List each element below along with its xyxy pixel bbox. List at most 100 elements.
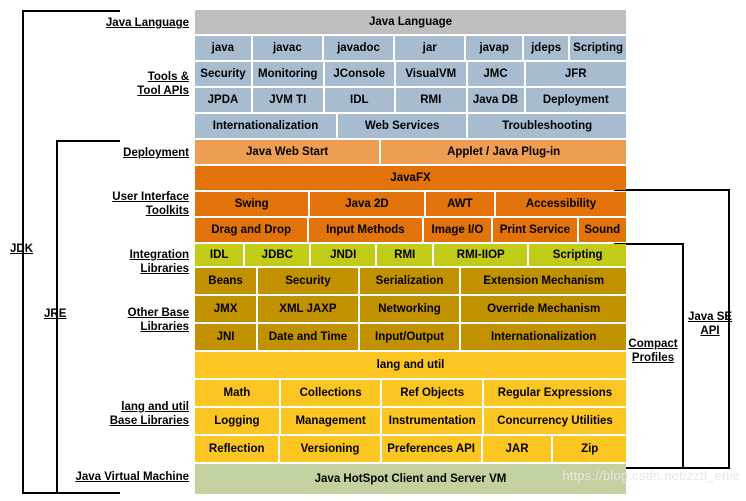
component-cell[interactable]: Scripting bbox=[529, 244, 626, 266]
component-cell[interactable]: JNDI bbox=[311, 244, 376, 266]
row-label-java-language-text: Java Language bbox=[105, 17, 189, 29]
component-cell[interactable]: Networking bbox=[359, 296, 460, 322]
row-label-integration-line2: Libraries bbox=[140, 263, 189, 275]
band-row: Logging Management Instrumentation Concurre… bbox=[195, 408, 626, 434]
component-cell[interactable]: JMC bbox=[467, 62, 524, 86]
row-label-tools-line2: Tool APIs bbox=[137, 85, 189, 97]
component-cell[interactable]: Ref Objects bbox=[382, 380, 482, 406]
row-label-ui-line1: User Interface bbox=[112, 191, 189, 203]
band-row: Internationalization Web Services Troubles… bbox=[195, 114, 626, 138]
component-cell[interactable]: Reflection bbox=[195, 436, 279, 462]
component-cell[interactable]: Beans bbox=[195, 268, 257, 294]
row-label-other-base: Other Base Libraries bbox=[128, 306, 189, 334]
component-cell[interactable]: Drag and Drop bbox=[195, 218, 308, 242]
component-cell[interactable]: Applet / Java Plug-in bbox=[381, 140, 626, 164]
component-cell[interactable]: XML JAXP bbox=[258, 296, 358, 322]
component-cell[interactable]: Concurrency Utilities bbox=[484, 408, 626, 434]
component-cell[interactable]: javadoc bbox=[323, 36, 394, 60]
component-cell[interactable]: Java DB bbox=[467, 88, 524, 112]
component-cell[interactable]: Accessibility bbox=[496, 192, 626, 216]
component-cell[interactable]: jdeps bbox=[524, 36, 569, 60]
component-cell[interactable]: Deployment bbox=[525, 88, 626, 112]
component-cell[interactable]: Input Methods bbox=[309, 218, 422, 242]
component-cell[interactable]: Regular Expressions bbox=[484, 380, 626, 406]
component-cell[interactable]: Override Mechanism bbox=[461, 296, 626, 322]
component-cell[interactable]: JavaFX bbox=[195, 166, 626, 190]
component-cell[interactable]: RMI bbox=[396, 88, 466, 112]
row-label-integration: Integration Libraries bbox=[130, 248, 189, 276]
platform-stack: Java Language java javac javadoc jar javap jd… bbox=[195, 10, 626, 494]
row-label-ui-line2: Toolkits bbox=[145, 205, 189, 217]
component-cell[interactable]: JPDA bbox=[195, 88, 251, 112]
row-label-tools: Tools & Tool APIs bbox=[137, 70, 189, 98]
component-cell[interactable]: IDL bbox=[195, 244, 244, 266]
row-label-deployment: Deployment bbox=[123, 146, 189, 160]
component-cell[interactable]: javac bbox=[252, 36, 322, 60]
band-row: JavaFX bbox=[195, 166, 626, 190]
component-cell[interactable]: Java HotSpot Client and Server VM bbox=[195, 464, 626, 494]
component-cell[interactable]: JDBC bbox=[245, 244, 310, 266]
band-java-language: Java Language bbox=[195, 10, 626, 34]
component-cell[interactable]: Extension Mechanism bbox=[461, 268, 626, 294]
component-cell[interactable]: Monitoring bbox=[253, 62, 323, 86]
component-cell[interactable]: Web Services bbox=[338, 114, 467, 138]
component-cell[interactable]: AWT bbox=[425, 192, 495, 216]
component-cell[interactable]: Versioning bbox=[280, 436, 380, 462]
component-cell[interactable]: Internationalization bbox=[195, 114, 337, 138]
component-cell[interactable]: jar bbox=[395, 36, 465, 60]
component-cell[interactable]: Preferences API bbox=[381, 436, 481, 462]
component-cell[interactable]: JAR bbox=[482, 436, 552, 462]
band-tools: java javac javadoc jar javap jdeps Scripting Se… bbox=[195, 36, 626, 138]
band-row: Swing Java 2D AWT Accessibility bbox=[195, 192, 626, 216]
component-cell[interactable]: Zip bbox=[553, 436, 626, 462]
component-cell[interactable]: Security bbox=[258, 268, 358, 294]
component-cell[interactable]: java bbox=[195, 36, 251, 60]
component-cell[interactable]: JNI bbox=[195, 324, 257, 350]
band-row: Beans Security Serialization Extension Mech… bbox=[195, 268, 626, 294]
component-cell[interactable]: Internationalization bbox=[461, 324, 626, 350]
band-row: JMX XML JAXP Networking Override Mechanism bbox=[195, 296, 626, 322]
component-cell[interactable]: JVM TI bbox=[253, 88, 323, 112]
component-cell[interactable]: Math bbox=[195, 380, 279, 406]
row-label-lang-util-line1: lang and util bbox=[121, 401, 189, 413]
component-cell[interactable]: VisualVM bbox=[396, 62, 466, 86]
component-cell[interactable]: JConsole bbox=[324, 62, 395, 86]
component-cell[interactable]: RMI bbox=[377, 244, 433, 266]
component-cell[interactable]: RMI-IIOP bbox=[434, 244, 528, 266]
component-cell[interactable]: Date and Time bbox=[258, 324, 358, 350]
component-cell[interactable]: Swing bbox=[195, 192, 309, 216]
component-cell[interactable]: IDL bbox=[324, 88, 395, 112]
component-cell[interactable]: JFR bbox=[525, 62, 626, 86]
row-label-integration-line1: Integration bbox=[129, 249, 189, 261]
component-cell[interactable]: Management bbox=[280, 408, 381, 434]
band-row: Java Language bbox=[195, 10, 626, 34]
component-cell[interactable]: Java Language bbox=[195, 10, 626, 34]
band-row: Reflection Versioning Preferences API JAR Zi… bbox=[195, 436, 626, 462]
row-label-other-base-line2: Libraries bbox=[140, 321, 189, 333]
component-cell[interactable]: Instrumentation bbox=[382, 408, 482, 434]
band-row: JPDA JVM TI IDL RMI Java DB Deployment bbox=[195, 88, 626, 112]
band-row: IDL JDBC JNDI RMI RMI-IIOP Scripting bbox=[195, 244, 626, 266]
component-cell[interactable]: Security bbox=[195, 62, 251, 86]
component-cell[interactable]: Input/Output bbox=[359, 324, 460, 350]
band-javafx: JavaFX bbox=[195, 166, 626, 190]
component-cell[interactable]: lang and util bbox=[195, 352, 626, 378]
component-cell[interactable]: Java Web Start bbox=[195, 140, 380, 164]
row-label-ui-toolkits: User Interface Toolkits bbox=[112, 190, 189, 218]
band-row: Security Monitoring JConsole VisualVM JMC JFR bbox=[195, 62, 626, 86]
component-cell[interactable]: Scripting bbox=[570, 36, 626, 60]
component-cell[interactable]: Troubleshooting bbox=[468, 114, 626, 138]
component-cell[interactable]: Collections bbox=[280, 380, 381, 406]
component-cell[interactable]: Print Service bbox=[493, 218, 577, 242]
band-lang-util: lang and util Math Collections Ref Objects R… bbox=[195, 352, 626, 462]
component-cell[interactable]: Java 2D bbox=[310, 192, 424, 216]
component-cell[interactable]: JMX bbox=[195, 296, 257, 322]
java-se-api-label: Java SE API bbox=[684, 310, 736, 338]
component-cell[interactable]: Image I/O bbox=[423, 218, 492, 242]
component-cell[interactable]: Sound bbox=[578, 218, 626, 242]
band-row: lang and util bbox=[195, 352, 626, 378]
component-cell[interactable]: Logging bbox=[195, 408, 279, 434]
component-cell[interactable]: javap bbox=[466, 36, 523, 60]
row-label-other-base-line1: Other Base bbox=[127, 307, 189, 319]
component-cell[interactable]: Serialization bbox=[359, 268, 460, 294]
